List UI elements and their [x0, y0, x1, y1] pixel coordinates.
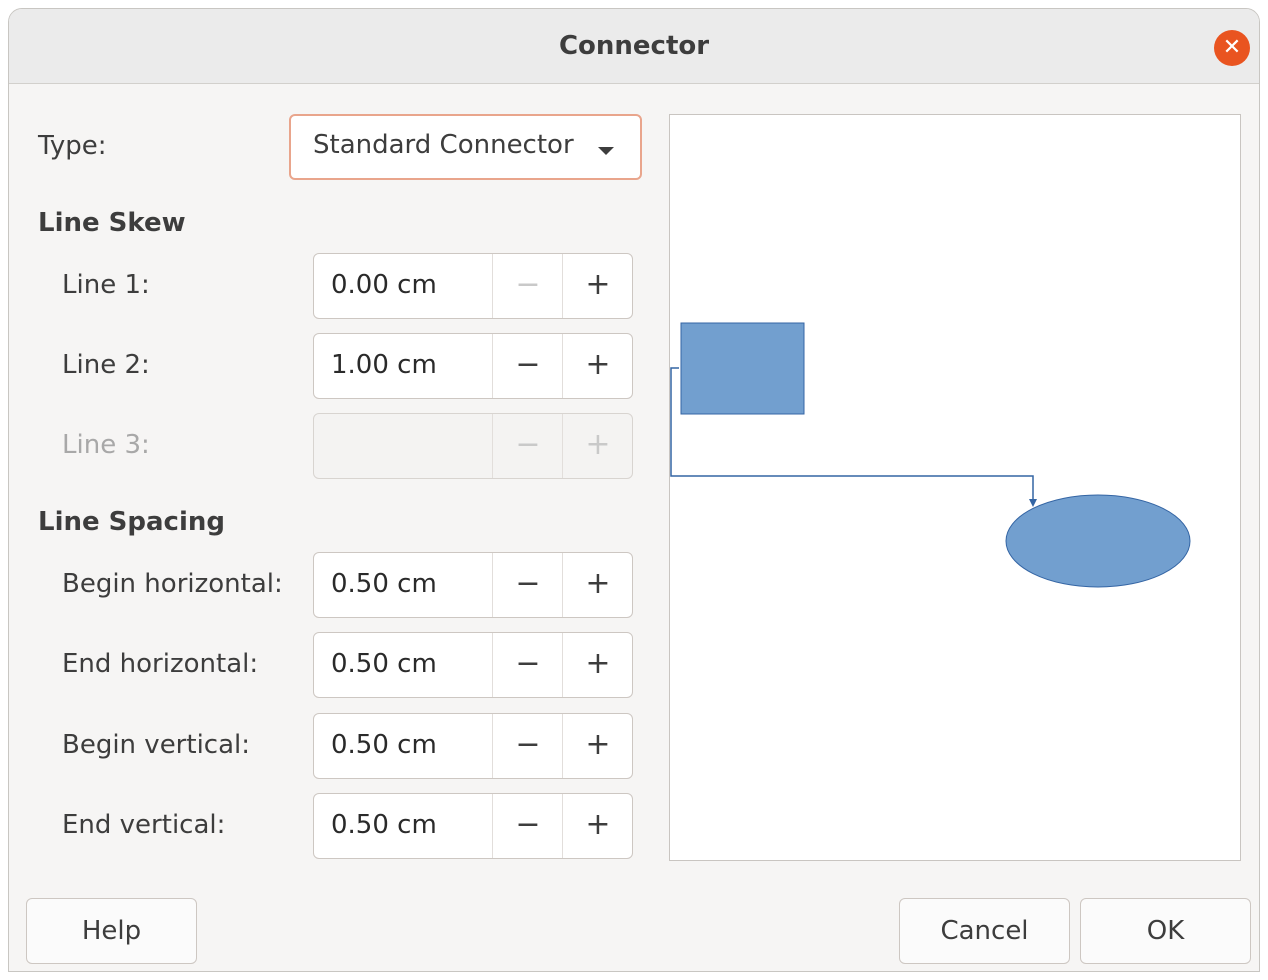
begin-vertical-increment-button[interactable]: + [562, 714, 633, 778]
preview-connector-arrowhead [1029, 499, 1037, 507]
line-skew-heading: Line Skew [38, 208, 186, 238]
begin-vertical-input[interactable]: 0.50 cm [331, 730, 437, 760]
end-vertical-decrement-button[interactable]: − [492, 794, 563, 858]
line-2-increment-button[interactable]: + [562, 334, 633, 398]
end-horizontal-label: End horizontal: [62, 649, 259, 679]
line-1-spinbox[interactable]: 0.00 cm − + [313, 253, 633, 319]
line-2-label: Line 2: [62, 350, 150, 380]
ok-button[interactable]: OK [1080, 898, 1251, 964]
begin-horizontal-increment-button[interactable]: + [562, 553, 633, 617]
end-vertical-spinbox[interactable]: 0.50 cm − + [313, 793, 633, 859]
begin-vertical-label: Begin vertical: [62, 730, 251, 760]
begin-horizontal-spinbox[interactable]: 0.50 cm − + [313, 552, 633, 618]
type-select-value: Standard Connector [313, 130, 574, 160]
preview-ellipse-shape [1005, 494, 1191, 588]
end-horizontal-spinbox[interactable]: 0.50 cm − + [313, 632, 633, 698]
help-button[interactable]: Help [26, 898, 197, 964]
begin-horizontal-label: Begin horizontal: [62, 569, 283, 599]
dropdown-arrow-icon [598, 147, 614, 155]
begin-horizontal-decrement-button[interactable]: − [492, 553, 563, 617]
begin-vertical-spinbox[interactable]: 0.50 cm − + [313, 713, 633, 779]
connector-dialog: Connector ✕ Type: Standard Connector Lin… [8, 8, 1260, 972]
end-horizontal-decrement-button[interactable]: − [492, 633, 563, 697]
line-3-increment-button: + [562, 414, 633, 478]
line-2-input[interactable]: 1.00 cm [331, 350, 437, 380]
cancel-button[interactable]: Cancel [899, 898, 1070, 964]
end-vertical-increment-button[interactable]: + [562, 794, 633, 858]
line-3-spinbox: − + [313, 413, 633, 479]
type-label: Type: [38, 131, 107, 161]
title-bar: Connector ✕ [9, 9, 1259, 84]
line-2-spinbox[interactable]: 1.00 cm − + [313, 333, 633, 399]
line-1-increment-button[interactable]: + [562, 254, 633, 318]
preview-canvas [670, 322, 1191, 588]
begin-horizontal-input[interactable]: 0.50 cm [331, 569, 437, 599]
line-3-label: Line 3: [62, 430, 150, 460]
preview-rectangle-shape [680, 322, 805, 415]
line-2-decrement-button[interactable]: − [492, 334, 563, 398]
end-horizontal-increment-button[interactable]: + [562, 633, 633, 697]
type-select[interactable]: Standard Connector [289, 114, 642, 180]
end-vertical-input[interactable]: 0.50 cm [331, 810, 437, 840]
dialog-title: Connector [558, 31, 710, 61]
end-horizontal-input[interactable]: 0.50 cm [331, 649, 437, 679]
line-1-input[interactable]: 0.00 cm [331, 270, 437, 300]
close-icon[interactable]: ✕ [1214, 30, 1250, 66]
line-1-decrement-button[interactable]: − [492, 254, 563, 318]
line-3-decrement-button: − [492, 414, 563, 478]
line-spacing-heading: Line Spacing [38, 507, 226, 537]
end-vertical-label: End vertical: [62, 810, 226, 840]
begin-vertical-decrement-button[interactable]: − [492, 714, 563, 778]
line-1-label: Line 1: [62, 270, 150, 300]
connector-preview [669, 114, 1241, 861]
